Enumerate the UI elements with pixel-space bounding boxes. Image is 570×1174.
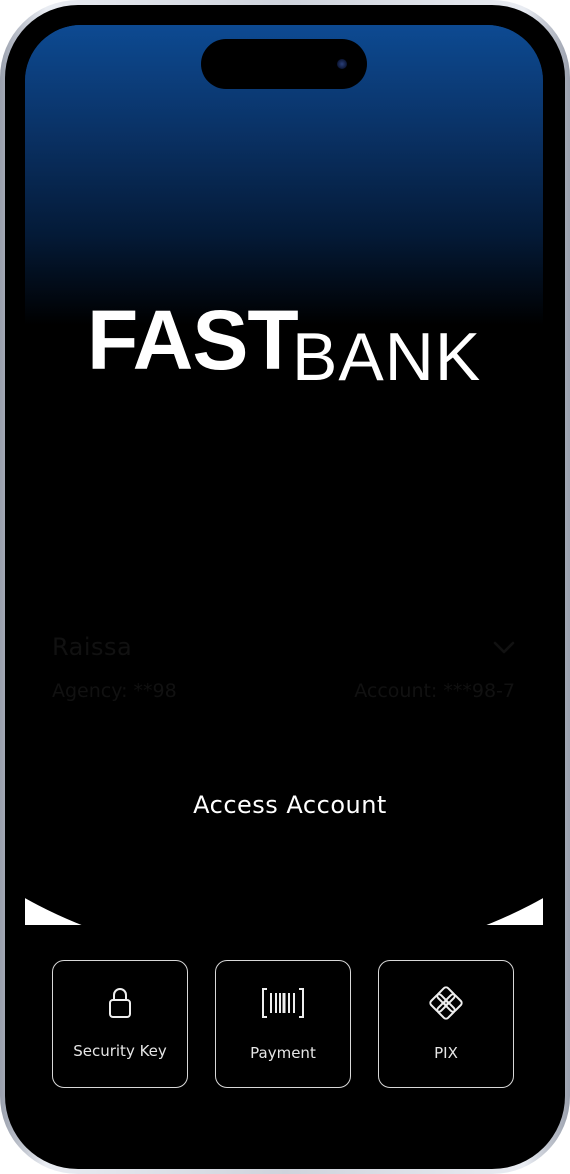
barcode-icon bbox=[216, 985, 350, 1021]
security-key-label: Security Key bbox=[73, 1042, 167, 1060]
account-holder-name: Raissa bbox=[52, 633, 133, 661]
security-key-button[interactable]: Security Key bbox=[52, 960, 188, 1088]
access-account-button[interactable]: Access Account bbox=[139, 771, 441, 839]
pix-icon bbox=[379, 985, 513, 1021]
lock-icon bbox=[53, 985, 187, 1021]
payment-button[interactable]: Payment bbox=[215, 960, 351, 1088]
agency-number: Agency: **98 bbox=[52, 680, 177, 702]
app-screen: FAST BANK Raissa Agency: **98 Account: *… bbox=[25, 25, 543, 1149]
logo-bank-text: BANK bbox=[292, 319, 482, 395]
pix-label: PIX bbox=[434, 1044, 458, 1062]
account-number: Account: ***98-7 bbox=[354, 680, 515, 702]
payment-label: Payment bbox=[250, 1044, 316, 1062]
logo-fast-text: FAST bbox=[87, 293, 299, 387]
chevron-down-icon[interactable] bbox=[491, 637, 517, 657]
brand-logo: FAST BANK bbox=[87, 293, 507, 395]
dynamic-island bbox=[201, 39, 367, 89]
pix-button[interactable]: PIX bbox=[378, 960, 514, 1088]
camera-icon bbox=[337, 59, 347, 69]
